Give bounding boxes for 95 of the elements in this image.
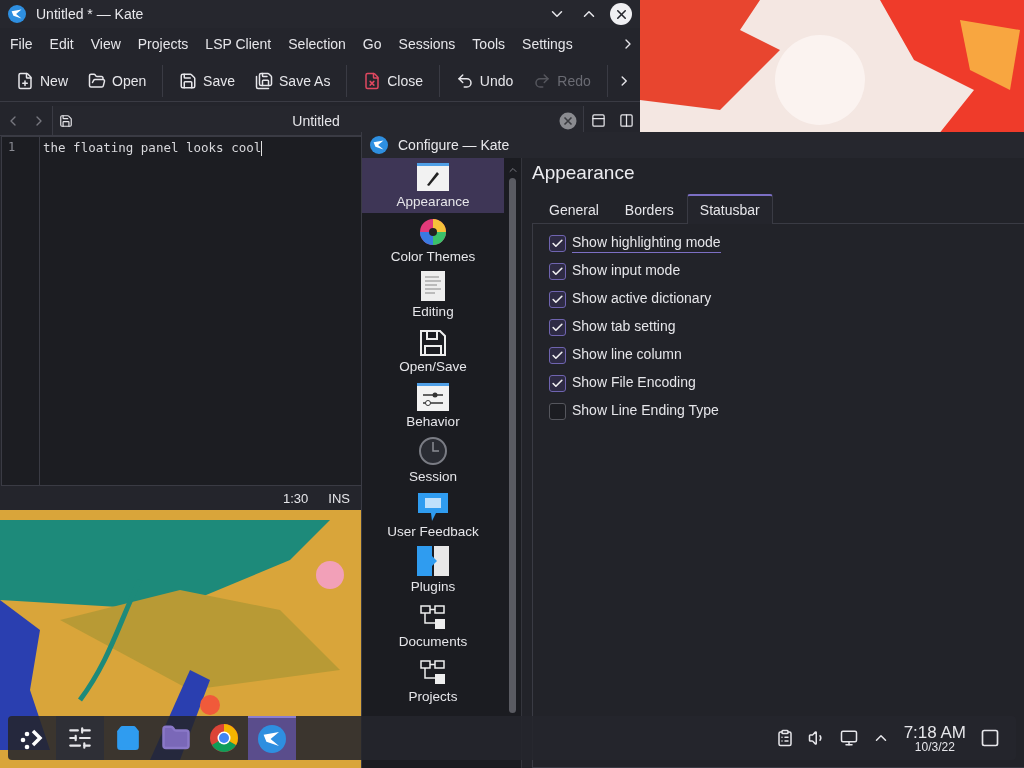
sidebar-item[interactable]: Open/Save (362, 323, 504, 378)
checkbox[interactable] (549, 235, 566, 252)
menu-item[interactable]: LSP Client (199, 32, 278, 56)
close-tab-icon[interactable] (559, 111, 577, 130)
sidebar-item[interactable]: Plugins (362, 543, 504, 598)
checkbox-label[interactable]: Show line column (572, 346, 682, 365)
sidebar-item[interactable]: Documents (362, 598, 504, 653)
checkbox[interactable] (549, 319, 566, 336)
checkbox-label[interactable]: Show Line Ending Type (572, 402, 719, 421)
window-brush-icon (417, 163, 449, 191)
check-icon (551, 265, 564, 278)
check-icon (551, 321, 564, 334)
checkbox-label[interactable]: Show active dictionary (572, 290, 712, 309)
checkbox[interactable] (549, 347, 566, 364)
new-file-icon (16, 71, 34, 90)
clock-time: 7:18 AM (903, 723, 966, 741)
toolbar-button[interactable]: New (8, 67, 76, 94)
clipboard-icon[interactable] (775, 729, 794, 747)
tab[interactable]: General (536, 194, 612, 224)
taskbar-app[interactable] (248, 716, 296, 760)
save-icon (59, 113, 73, 128)
sidebar-item[interactable]: Projects (362, 653, 504, 708)
speech-bubble-icon (418, 493, 448, 521)
toolbar-button[interactable]: Undo (447, 67, 522, 94)
split-view-icon (618, 113, 634, 128)
toolbar-button[interactable]: Save (171, 67, 243, 94)
close-file-icon (363, 71, 382, 90)
app-logo-icon (8, 5, 26, 23)
taskbar-app[interactable] (56, 716, 104, 760)
menu-item[interactable]: Edit (43, 32, 80, 56)
sidebar-item[interactable]: Editing (362, 268, 504, 323)
menu-item[interactable]: Sessions (392, 32, 462, 56)
check-icon (551, 237, 564, 250)
sidebar-item[interactable]: Session (362, 433, 504, 488)
clock-date: 10/3/22 (914, 740, 955, 753)
document-icon (421, 271, 445, 301)
scrollbar[interactable] (504, 158, 522, 768)
menu-item[interactable]: Projects (131, 32, 195, 56)
tab[interactable]: Borders (611, 194, 687, 224)
window-sliders-icon (417, 383, 449, 411)
network-icon[interactable] (839, 729, 858, 747)
plugin-icon (417, 546, 449, 576)
line-number: 1 (8, 140, 17, 154)
app-logo-icon (370, 136, 388, 154)
checkbox-label[interactable]: Show input mode (572, 262, 681, 281)
browser-icon (209, 723, 239, 753)
checkbox[interactable] (549, 403, 566, 420)
toolbar-button[interactable]: Save As (247, 67, 339, 94)
check-icon (551, 377, 564, 390)
sliders-icon (67, 725, 93, 751)
close-button[interactable] (610, 3, 632, 25)
menu-item[interactable]: View (84, 32, 127, 56)
clock[interactable]: 7:18 AM 10/3/22 (903, 723, 966, 753)
open-file-icon (88, 71, 106, 90)
page-heading: Appearance (532, 162, 636, 185)
checkbox[interactable] (549, 263, 566, 280)
show-desktop-icon[interactable] (980, 728, 1000, 748)
window-title: Configure — Kate (398, 137, 511, 153)
tab[interactable]: Statusbar (686, 194, 773, 224)
menu-item[interactable]: Go (356, 32, 388, 56)
tree-icon (420, 660, 446, 686)
menu-item[interactable]: File (4, 32, 39, 56)
sidebar-item[interactable]: Behavior (362, 378, 504, 433)
floppy-icon (420, 330, 446, 356)
tab-title: Untitled (291, 112, 341, 129)
clock-icon (418, 436, 448, 466)
code-line: the floating panel looks cool (43, 140, 262, 155)
app-logo-icon (258, 725, 286, 753)
checkbox-label[interactable]: Show tab setting (572, 318, 676, 337)
panel-icon (590, 113, 606, 128)
menu-item[interactable]: Selection (282, 32, 352, 56)
check-icon (551, 293, 564, 306)
cursor-position[interactable]: 1:30 (283, 490, 309, 506)
check-icon (551, 349, 564, 362)
shopping-bag-icon (115, 725, 141, 751)
toolbar-button[interactable]: Close (355, 67, 431, 94)
save-icon (179, 71, 198, 90)
checkbox-label[interactable]: Show highlighting mode (572, 234, 721, 253)
menu-item[interactable]: Settings (516, 32, 579, 56)
color-wheel-icon (419, 218, 447, 246)
window-title: Untitled * — Kate (36, 6, 145, 22)
checkbox-label[interactable]: Show File Encoding (572, 374, 696, 393)
menu-item[interactable]: Tools (466, 32, 512, 56)
sidebar-item[interactable]: Appearance (362, 158, 504, 213)
checkbox[interactable] (549, 375, 566, 392)
tree-icon (420, 605, 446, 631)
input-mode[interactable]: INS (328, 490, 350, 506)
save-as-icon (255, 71, 273, 90)
document-tab[interactable]: Untitled (52, 106, 584, 135)
checkbox[interactable] (549, 291, 566, 308)
sidebar-item[interactable]: Color Themes (362, 213, 504, 268)
redo-icon (533, 71, 552, 90)
sidebar-item[interactable]: User Feedback (362, 488, 504, 543)
toolbar-button[interactable]: Open (80, 67, 155, 94)
undo-icon (455, 71, 474, 90)
